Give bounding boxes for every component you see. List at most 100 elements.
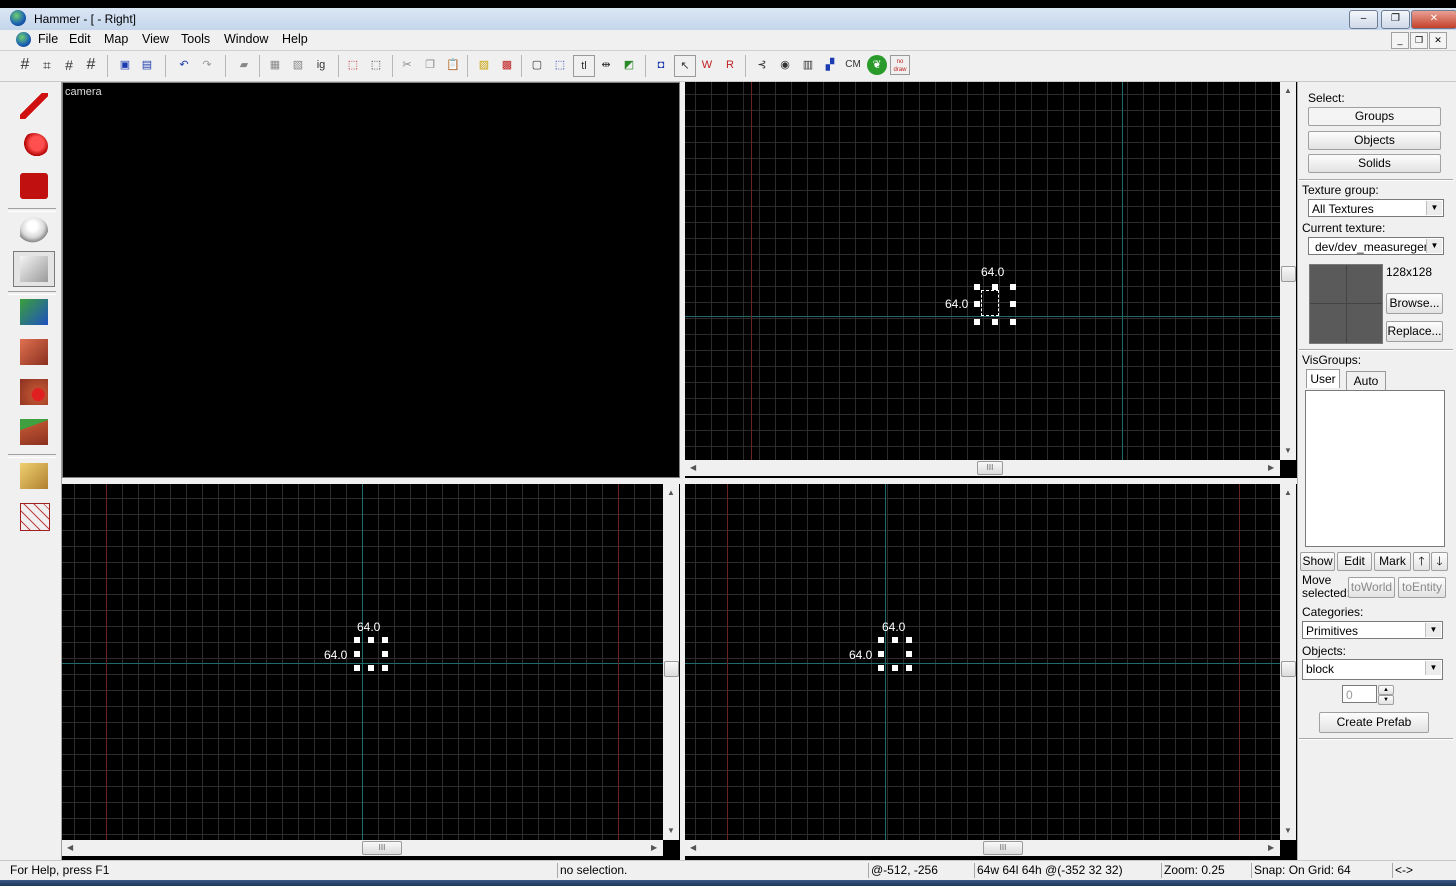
clipping-tool[interactable] [13, 458, 55, 494]
resize-handle[interactable] [992, 284, 998, 290]
resize-handle[interactable] [906, 651, 912, 657]
bottom-left-2d-viewport[interactable]: 64.0 64.0 ▲ ▼ ◀ III ▶ [62, 484, 680, 860]
scroll-thumb[interactable] [1281, 266, 1296, 282]
visgroup-move-up-button[interactable]: 🡑 [1413, 552, 1430, 571]
resize-handle[interactable] [906, 665, 912, 671]
menu-window[interactable]: Window [224, 32, 268, 46]
bottom-right-2d-viewport[interactable]: 64.0 64.0 ▲ ▼ ◀ III ▶ [685, 484, 1297, 860]
to-world-button[interactable]: toWorld [1348, 577, 1395, 598]
menu-view[interactable]: View [142, 32, 169, 46]
maximize-button[interactable]: ❐ [1381, 10, 1410, 29]
grid-3d-icon[interactable]: ⌗ [37, 55, 57, 75]
replace-button[interactable]: Replace... [1386, 321, 1443, 342]
minimize-button[interactable]: – [1349, 10, 1378, 29]
visgroup-edit-button[interactable]: Edit [1337, 552, 1372, 571]
create-prefab-button[interactable]: Create Prefab [1319, 712, 1429, 733]
chevron-down-icon[interactable]: ▼ [1425, 661, 1441, 675]
top-right-2d-viewport[interactable]: 64.0 64.0 ▲ ▼ ◀ III ▶ [685, 82, 1297, 478]
resize-handle[interactable] [368, 637, 374, 643]
scroll-left-arrow[interactable]: ◀ [67, 843, 73, 852]
select-objects-button[interactable]: Objects [1308, 131, 1441, 150]
resize-handle[interactable] [906, 637, 912, 643]
scroll-down-arrow[interactable]: ▼ [667, 826, 675, 835]
resize-handle[interactable] [382, 637, 388, 643]
redo-icon[interactable]: ↷ [197, 55, 217, 75]
mdi-minimize-button[interactable]: _ [1391, 32, 1409, 49]
resize-handle[interactable] [892, 665, 898, 671]
tab-user[interactable]: User [1306, 369, 1340, 388]
toggle-cordon-icon[interactable]: ▩ [497, 55, 517, 75]
objects-dropdown[interactable]: block ▼ [1302, 659, 1443, 680]
entity-report-icon[interactable]: ⊰ [752, 55, 772, 75]
scroll-thumb[interactable] [1281, 661, 1296, 677]
group-icon[interactable]: ▣ [115, 55, 135, 75]
texture-scale-lock-icon[interactable]: ⬚ [366, 55, 386, 75]
vertex-tool[interactable] [13, 498, 55, 534]
visgroup-show-button[interactable]: Show [1300, 552, 1335, 571]
document-icon[interactable] [16, 32, 31, 47]
scroll-left-arrow[interactable]: ◀ [690, 843, 696, 852]
resize-handle[interactable] [382, 665, 388, 671]
hammer-app-icon[interactable] [10, 10, 26, 26]
face-count-spinner-input[interactable]: 0 [1342, 685, 1377, 703]
decal-tool[interactable] [13, 374, 55, 410]
scroll-right-arrow[interactable]: ▶ [1268, 843, 1274, 852]
menu-edit[interactable]: Edit [69, 32, 91, 46]
current-texture-dropdown[interactable]: dev/dev_measuregene ▼ [1308, 237, 1444, 255]
show-models-icon[interactable]: ◘ [651, 55, 671, 75]
apply-texture-tool[interactable] [13, 334, 55, 370]
scroll-thumb[interactable]: III [983, 841, 1023, 855]
texture-application-tool[interactable] [13, 294, 55, 330]
categories-dropdown[interactable]: Primitives ▼ [1302, 621, 1443, 639]
resize-handle[interactable] [878, 637, 884, 643]
toggle-helpers-icon[interactable]: ▨ [474, 55, 494, 75]
resize-handle[interactable] [382, 651, 388, 657]
visgroup-move-down-button[interactable]: 🡓 [1431, 552, 1448, 571]
resize-handle[interactable] [1010, 284, 1016, 290]
texture-lock-icon[interactable]: ⬚ [343, 55, 363, 75]
grid-smaller-icon[interactable]: # [59, 55, 79, 75]
resize-handle[interactable] [878, 651, 884, 657]
horizontal-scrollbar[interactable]: ◀ III ▶ [685, 840, 1280, 856]
texture-lock-tl-button[interactable]: tl [573, 55, 595, 77]
menu-tools[interactable]: Tools [181, 32, 210, 46]
undo-icon[interactable]: ↶ [174, 55, 194, 75]
menu-help[interactable]: Help [282, 32, 308, 46]
copy-icon[interactable]: ❐ [420, 55, 440, 75]
vertical-scrollbar[interactable]: ▲ ▼ [663, 484, 679, 840]
menu-file[interactable]: File [38, 32, 58, 46]
select-by-center-icon[interactable]: ⬚ [550, 55, 570, 75]
close-button[interactable]: ✕ [1411, 10, 1456, 29]
resize-handle[interactable] [368, 665, 374, 671]
resize-handle[interactable] [992, 319, 998, 325]
check-problems-icon[interactable]: ◉ [775, 55, 795, 75]
menu-map[interactable]: Map [104, 32, 128, 46]
carve-icon[interactable]: ▰ [234, 55, 254, 75]
scroll-down-arrow[interactable]: ▼ [1284, 446, 1292, 455]
resize-handle[interactable] [878, 665, 884, 671]
select-solids-button[interactable]: Solids [1308, 154, 1441, 173]
grid-larger-icon[interactable]: # [81, 55, 101, 75]
flip-horizontal-icon[interactable]: ⇹ [596, 55, 616, 75]
visgroups-list[interactable] [1305, 390, 1445, 547]
resize-handle[interactable] [974, 301, 980, 307]
map-properties-icon[interactable]: ▥ [798, 55, 818, 75]
resize-handle[interactable] [354, 665, 360, 671]
selection-tool[interactable] [13, 88, 55, 124]
scroll-right-arrow[interactable]: ▶ [1268, 463, 1274, 472]
select-groups-button[interactable]: Groups [1308, 107, 1441, 126]
nodraw-button[interactable]: no draw [890, 55, 910, 75]
vertical-scrollbar[interactable]: ▲ ▼ [1280, 82, 1296, 460]
resize-handle[interactable] [974, 284, 980, 290]
auto-visgroup-icon[interactable]: W [697, 55, 717, 75]
horizontal-scrollbar[interactable]: ◀ III ▶ [685, 460, 1280, 476]
camera-tool[interactable] [13, 168, 55, 204]
cubemap-button[interactable]: CM [842, 55, 864, 75]
cut-icon[interactable]: ✂ [397, 55, 417, 75]
block-tool[interactable] [13, 251, 55, 287]
mdi-restore-button[interactable]: ❐ [1410, 32, 1428, 49]
horizontal-scrollbar[interactable]: ◀ III ▶ [62, 840, 663, 856]
selection-mode-icon[interactable]: ↖ [674, 55, 696, 77]
scroll-down-arrow[interactable]: ▼ [1284, 826, 1292, 835]
scroll-up-arrow[interactable]: ▲ [667, 488, 675, 497]
